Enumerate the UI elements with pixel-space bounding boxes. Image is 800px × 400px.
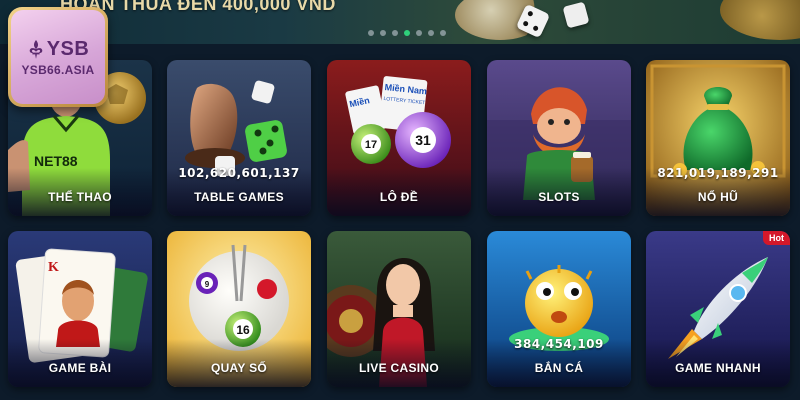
logo-domain-text: YSB66.ASIA (21, 62, 95, 77)
category-tile-quick-games[interactable]: Hot GAME NHANH (646, 231, 790, 387)
svg-text:K: K (48, 260, 59, 275)
dice-icon (562, 1, 590, 29)
carousel-dot[interactable] (368, 30, 374, 36)
logo-brand-text: YSB (46, 37, 90, 60)
carousel-dots (368, 30, 446, 36)
tile-label: BẮN CÁ (534, 361, 584, 375)
tile-label: QUAY SỐ (210, 361, 268, 375)
tile-label: SLOTS (538, 190, 580, 204)
carousel-dot[interactable] (392, 30, 398, 36)
carousel-dot[interactable] (380, 30, 386, 36)
tile-label: GAME BÀI (48, 361, 112, 375)
fleur-de-lis-icon (29, 40, 42, 59)
tile-label: GAME NHANH (675, 361, 761, 375)
svg-text:16: 16 (236, 323, 250, 337)
carousel-dot[interactable] (404, 30, 410, 36)
svg-text:31: 31 (415, 132, 431, 148)
category-tile-fishing[interactable]: 384,454,109 BẮN CÁ (487, 231, 631, 387)
carousel-dot[interactable] (416, 30, 422, 36)
svg-text:9: 9 (205, 280, 210, 289)
category-tile-number-draw[interactable]: 9 16 QUAY SỐ (167, 231, 311, 387)
carousel-dot[interactable] (428, 30, 434, 36)
category-tile-jackpot[interactable]: 821,019,189,291 NỔ HŨ (646, 60, 790, 216)
category-tile-table-games[interactable]: 102,620,601,137 TABLE GAMES (167, 60, 311, 216)
brand-logo[interactable]: YSB YSB66.ASIA (8, 7, 108, 107)
category-tile-card-games[interactable]: K GAME BÀI (8, 231, 152, 387)
jackpot-counter: 821,019,189,291 (657, 166, 779, 180)
tile-label: NỔ HŨ (697, 190, 739, 204)
category-tile-slots[interactable]: SLOTS (487, 60, 631, 216)
tile-label: THỂ THAO (48, 190, 112, 204)
category-tile-lottery[interactable]: Miền Miền Nam LOTTERY TICKET 17 31 LÔ ĐỀ (327, 60, 471, 216)
coin-icon (720, 0, 800, 40)
jersey-text: NET88 (34, 153, 78, 169)
svg-text:17: 17 (365, 139, 377, 151)
jackpot-counter: 384,454,109 (514, 337, 604, 351)
carousel-dot[interactable] (440, 30, 446, 36)
tile-label: TABLE GAMES (194, 190, 284, 204)
tile-label: LIVE CASINO (359, 361, 439, 375)
category-tile-live-casino[interactable]: LIVE CASINO (327, 231, 471, 387)
promo-banner[interactable]: HOÀN THUA ĐẾN 400,000 VND (0, 0, 800, 44)
jackpot-counter: 102,620,601,137 (178, 166, 300, 180)
tile-label: LÔ ĐỀ (379, 190, 419, 204)
hot-badge: Hot (763, 231, 790, 245)
